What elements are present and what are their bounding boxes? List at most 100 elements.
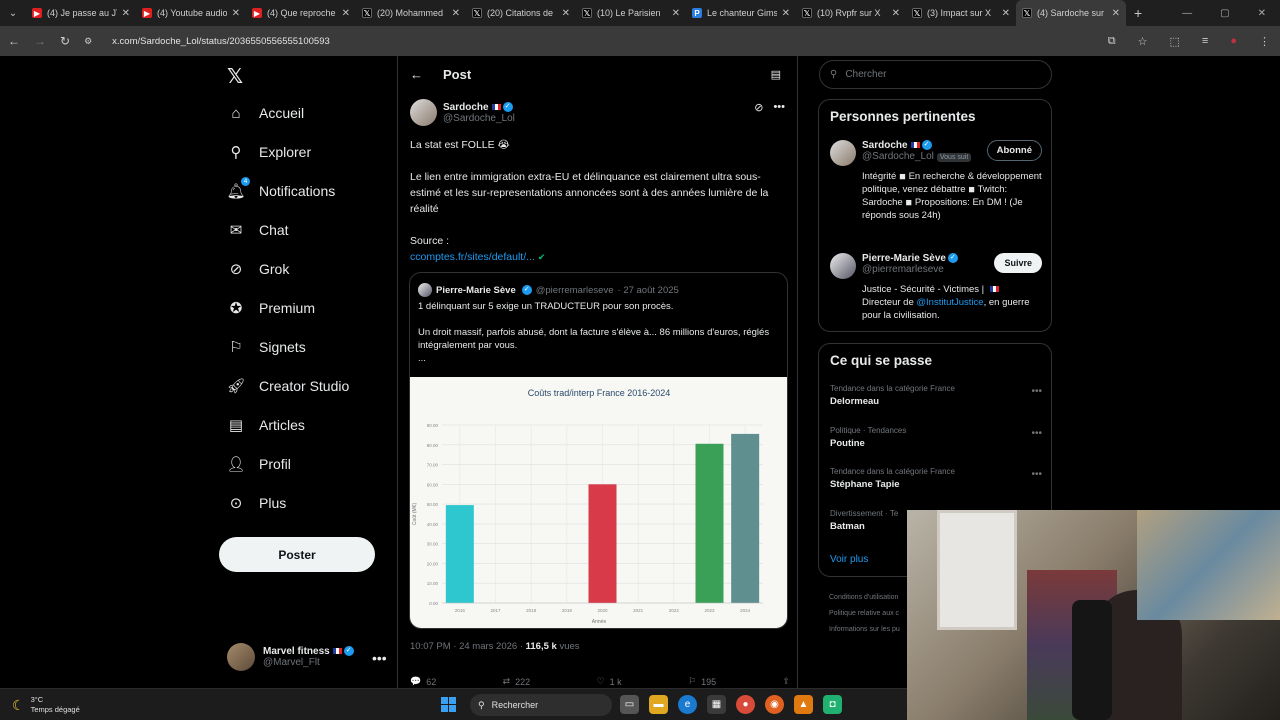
- trend-item[interactable]: Tendance dans la catégorie France Stéphan…: [830, 467, 1042, 490]
- edge-icon[interactable]: e: [678, 695, 697, 714]
- y-axis-label: Coût (M€): [412, 503, 418, 526]
- nav-item-articles[interactable]: ▤ Articles: [227, 416, 305, 434]
- browser-tab[interactable]: 𝕏 (20) Citations de ✕: [466, 0, 576, 26]
- person-handle: @pierremarleseve: [862, 264, 944, 275]
- bookmark-star-icon[interactable]: ☆: [1138, 35, 1148, 48]
- following-button[interactable]: Abonné: [986, 140, 1042, 161]
- browser-tab[interactable]: ▶ (4) Je passe au JT ✕: [26, 0, 136, 26]
- nav-item-premium[interactable]: ✪ Premium: [227, 299, 315, 317]
- nav-item-accueil[interactable]: ⌂ Accueil: [227, 104, 304, 122]
- browser-tab[interactable]: 𝕏 (20) Mohammed ✕: [356, 0, 466, 26]
- app-icon[interactable]: ◘: [823, 695, 842, 714]
- close-tab-icon[interactable]: ✕: [122, 8, 130, 19]
- site-info-icon[interactable]: ⚙: [84, 36, 92, 47]
- browser-tab[interactable]: 𝕏 (3) Impact sur X ✕: [906, 0, 1016, 26]
- file-explorer-icon[interactable]: ▬: [649, 695, 668, 714]
- browser-menu-icon[interactable]: ⋮: [1259, 35, 1270, 48]
- nav-item-chat[interactable]: ✉ Chat: [227, 221, 289, 239]
- nav-item-creator-studio[interactable]: 🚀︎ Creator Studio: [226, 377, 349, 395]
- person-avatar[interactable]: [830, 140, 856, 166]
- x-logo-icon[interactable]: 𝕏: [227, 64, 243, 89]
- post-button[interactable]: Poster: [219, 537, 375, 572]
- trend-item[interactable]: Tendance dans la catégorie France Delorme…: [830, 384, 1042, 407]
- trend-item[interactable]: Politique · Tendances Poutine •••: [830, 426, 1042, 449]
- verified-icon: ✓: [502, 101, 513, 112]
- nav-item-grok[interactable]: ⊘ Grok: [227, 260, 290, 278]
- forward-icon[interactable]: →: [34, 34, 46, 48]
- reload-icon[interactable]: ↻: [60, 34, 70, 48]
- grok-icon[interactable]: ⊘: [754, 101, 763, 114]
- windows-start-icon[interactable]: [441, 697, 456, 712]
- taskbar-search[interactable]: ⚲ Rechercher: [470, 694, 612, 716]
- browser-tab[interactable]: ▶ (4) Que reproche ✕: [246, 0, 356, 26]
- person-avatar[interactable]: [830, 253, 856, 279]
- account-switcher[interactable]: Marvel fitness ✓ @Marvel_Flt: [227, 643, 354, 671]
- repost-button[interactable]: ⇄ 222: [503, 676, 531, 687]
- browser-tab[interactable]: 𝕏 (4) Sardoche sur ✕: [1016, 0, 1126, 26]
- more-dots-icon[interactable]: •••: [372, 650, 387, 666]
- quoted-post[interactable]: Pierre-Marie Sève ✓ @pierremarleseve · 2…: [409, 272, 788, 629]
- browser-tab[interactable]: ▶ (4) Youtube audio ✕: [136, 0, 246, 26]
- reader-mode-icon[interactable]: ▤: [771, 68, 781, 81]
- chrome-icon[interactable]: ●: [736, 695, 755, 714]
- person-card[interactable]: Sardoche ✓ @Sardoche_Lol Vous suit Abonné …: [830, 140, 1042, 222]
- bio-mention-link[interactable]: @InstitutJustice: [916, 297, 983, 308]
- reply-button[interactable]: 💬 62: [410, 676, 436, 687]
- nav-item-profil[interactable]: 👤︎ Profil: [226, 455, 290, 473]
- firefox-icon[interactable]: ◉: [765, 695, 784, 714]
- url-field[interactable]: x.com/Sardoche_Lol/status/20365505565551…: [112, 36, 330, 47]
- weather-widget[interactable]: ☾ 3°C Temps dégagé: [12, 695, 80, 715]
- close-tab-icon[interactable]: ✕: [1002, 8, 1010, 19]
- author-avatar[interactable]: [410, 99, 437, 126]
- more-dots-icon[interactable]: •••: [773, 101, 785, 114]
- close-tab-icon[interactable]: ✕: [342, 8, 350, 19]
- extensions-icon[interactable]: ⬚: [1170, 35, 1180, 48]
- like-button[interactable]: ♡ 1 k: [597, 676, 622, 687]
- tab-search-icon[interactable]: ⌄: [0, 0, 26, 26]
- close-tab-icon[interactable]: ✕: [892, 8, 900, 19]
- profile-icon[interactable]: ●: [1230, 35, 1237, 47]
- close-tab-icon[interactable]: ✕: [232, 8, 240, 19]
- vlc-icon[interactable]: ▲: [794, 695, 813, 714]
- search-input[interactable]: Chercher: [845, 69, 886, 80]
- views-label: vues: [556, 641, 580, 652]
- show-more-link[interactable]: Voir plus: [830, 554, 868, 565]
- footer-link[interactable]: Informations sur les pu: [829, 622, 900, 638]
- browser-tab[interactable]: P Le chanteur Gims ✕: [686, 0, 796, 26]
- close-tab-icon[interactable]: ✕: [452, 8, 460, 19]
- more-dots-icon[interactable]: •••: [1031, 386, 1042, 397]
- follow-button[interactable]: Suivre: [994, 253, 1042, 273]
- more-dots-icon[interactable]: •••: [1031, 469, 1042, 480]
- back-arrow-icon[interactable]: ←: [410, 67, 423, 82]
- new-tab-button[interactable]: +: [1134, 5, 1142, 21]
- close-tab-icon[interactable]: ✕: [672, 8, 680, 19]
- install-app-icon[interactable]: ⧉: [1108, 35, 1116, 48]
- more-dots-icon[interactable]: •••: [1031, 428, 1042, 439]
- footer-link[interactable]: Conditions d'utilisation: [829, 590, 900, 606]
- close-tab-icon[interactable]: ✕: [1112, 8, 1120, 19]
- source-link[interactable]: ccomptes.fr/sites/default/...: [410, 251, 535, 263]
- share-button[interactable]: ⇪: [782, 676, 790, 687]
- back-icon[interactable]: ←: [8, 34, 20, 48]
- nav-item-signets[interactable]: ⚐ Signets: [227, 338, 305, 356]
- close-tab-icon[interactable]: ✕: [782, 8, 790, 19]
- maximize-icon[interactable]: ▢: [1220, 8, 1229, 19]
- browser-tab[interactable]: 𝕏 (10) Le Parisien ✕: [576, 0, 686, 26]
- close-tab-icon[interactable]: ✕: [562, 8, 570, 19]
- quote-chart-image[interactable]: Coûts trad/interp France 2016-2024 0.00 10…: [410, 377, 787, 628]
- task-view-icon[interactable]: ▭: [620, 695, 639, 714]
- reply-icon: 💬: [410, 676, 422, 686]
- person-card[interactable]: Pierre-Marie Sève ✓ @pierremarleseve Suiv…: [830, 253, 1042, 322]
- search-box[interactable]: ⚲ Chercher: [819, 60, 1052, 89]
- store-icon[interactable]: ▦: [707, 695, 726, 714]
- nav-item-notifications[interactable]: 🔔︎ 4 Notifications: [226, 177, 335, 200]
- minimize-icon[interactable]: —: [1182, 8, 1192, 19]
- browser-tab[interactable]: 𝕏 (10) Rvpfr sur X ✕: [796, 0, 906, 26]
- media-icon[interactable]: ≡: [1202, 35, 1208, 47]
- post-author[interactable]: Sardoche ✓ @Sardoche_Lol: [410, 99, 515, 126]
- footer-link[interactable]: Politique relative aux c: [829, 606, 900, 622]
- bookmark-button[interactable]: ⚐ 195: [688, 676, 716, 687]
- close-window-icon[interactable]: ✕: [1258, 8, 1266, 19]
- nav-item-plus[interactable]: ⊙ Plus: [227, 494, 287, 512]
- nav-item-explorer[interactable]: ⚲ Explorer: [227, 143, 312, 161]
